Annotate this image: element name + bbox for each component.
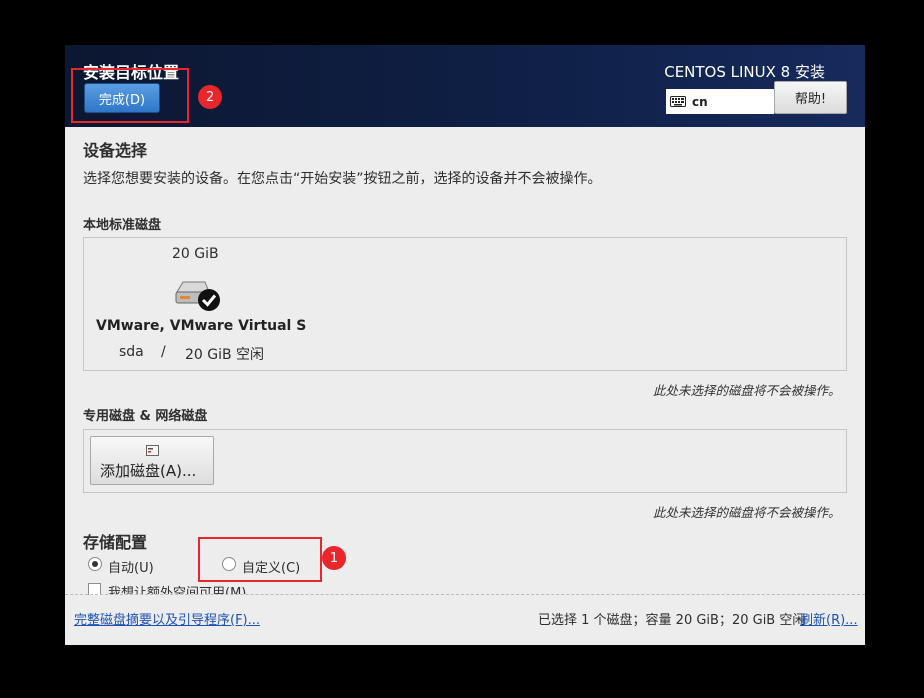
local-disks-heading: 本地标准磁盘 bbox=[83, 218, 162, 233]
storage-config-heading: 存储配置 bbox=[83, 533, 148, 552]
auto-radio[interactable] bbox=[88, 557, 102, 571]
keyboard-icon bbox=[670, 96, 686, 107]
disk-summary-link[interactable]: 完整磁盘摘要以及引导程序(F)... bbox=[74, 609, 260, 628]
add-disk-label: 添加磁盘(A)... bbox=[100, 462, 197, 480]
annotation-marker-2: 2 bbox=[198, 85, 222, 109]
annotation-box-custom bbox=[198, 537, 322, 582]
help-button[interactable]: 帮助! bbox=[774, 81, 847, 114]
selection-status: 已选择 1 个磁盘；容量 20 GiB；20 GiB 空闲 bbox=[538, 613, 806, 628]
product-title: CENTOS LINUX 8 安装 bbox=[664, 63, 825, 81]
annotation-box-done bbox=[71, 68, 189, 123]
disk-separator: / bbox=[161, 344, 166, 360]
local-disks-note: 此处未选择的磁盘将不会被操作。 bbox=[653, 383, 841, 398]
disk-device: sda bbox=[119, 344, 144, 360]
special-disks-heading: 专用磁盘 & 网络磁盘 bbox=[83, 409, 208, 424]
installer-window: 安装目标位置 完成(D) CENTOS LINUX 8 安装 cn 帮助! 设备… bbox=[65, 45, 865, 645]
keyboard-layout-indicator[interactable]: cn bbox=[666, 89, 774, 114]
add-disk-button[interactable]: 添加磁盘(A)... bbox=[90, 436, 214, 485]
device-selection-heading: 设备选择 bbox=[83, 141, 148, 160]
extra-space-label[interactable]: 我想让额外空间可用(M) bbox=[108, 582, 246, 594]
special-disks-note: 此处未选择的磁盘将不会被操作。 bbox=[653, 505, 841, 520]
disk-name: VMware, VMware Virtual S bbox=[96, 318, 307, 334]
annotation-marker-1: 1 bbox=[322, 546, 346, 570]
disk-add-icon bbox=[146, 445, 159, 456]
refresh-link[interactable]: 刷新(R)... bbox=[800, 609, 858, 628]
hard-disk-selected-icon[interactable] bbox=[171, 278, 221, 316]
footer-bar: 完整磁盘摘要以及引导程序(F)... 已选择 1 个磁盘；容量 20 GiB；2… bbox=[65, 595, 865, 645]
disk-size: 20 GiB bbox=[172, 246, 219, 262]
device-selection-description: 选择您想要安装的设备。在您点击“开始安装”按钮之前，选择的设备并不会被操作。 bbox=[83, 171, 602, 187]
auto-radio-label[interactable]: 自动(U) bbox=[108, 557, 154, 576]
disk-free-space: 20 GiB 空闲 bbox=[185, 347, 265, 363]
keyboard-layout-label: cn bbox=[692, 94, 708, 109]
